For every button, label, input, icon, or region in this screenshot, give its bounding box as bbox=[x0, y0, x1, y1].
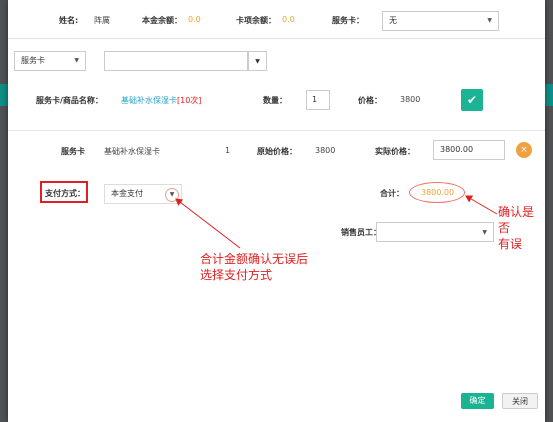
arrow-to-payment bbox=[175, 198, 241, 249]
annotation-line: 有误 bbox=[498, 237, 523, 251]
annotation-line: 合计金额确认无误后 bbox=[200, 252, 309, 266]
background-tab-strip bbox=[545, 84, 553, 106]
annotation-total-note: 确认是否 有误 bbox=[498, 204, 545, 252]
annotation-payment-note: 合计金额确认无误后 选择支付方式 bbox=[200, 251, 308, 283]
arrow-to-total bbox=[465, 195, 498, 215]
annotation-arrows bbox=[175, 195, 498, 249]
annotation-line: 确认是否 bbox=[498, 205, 535, 235]
annotation-line: 选择支付方式 bbox=[200, 268, 273, 282]
background-tab-strip bbox=[0, 84, 8, 106]
sale-dialog: 姓名: 阵厲 本金余额： 0.0 卡项余额： 0.0 服务卡： 无 ▼ 服务卡 … bbox=[8, 0, 545, 422]
confirm-button[interactable]: 确定 bbox=[461, 393, 494, 409]
close-button[interactable]: 关闭 bbox=[502, 393, 538, 409]
